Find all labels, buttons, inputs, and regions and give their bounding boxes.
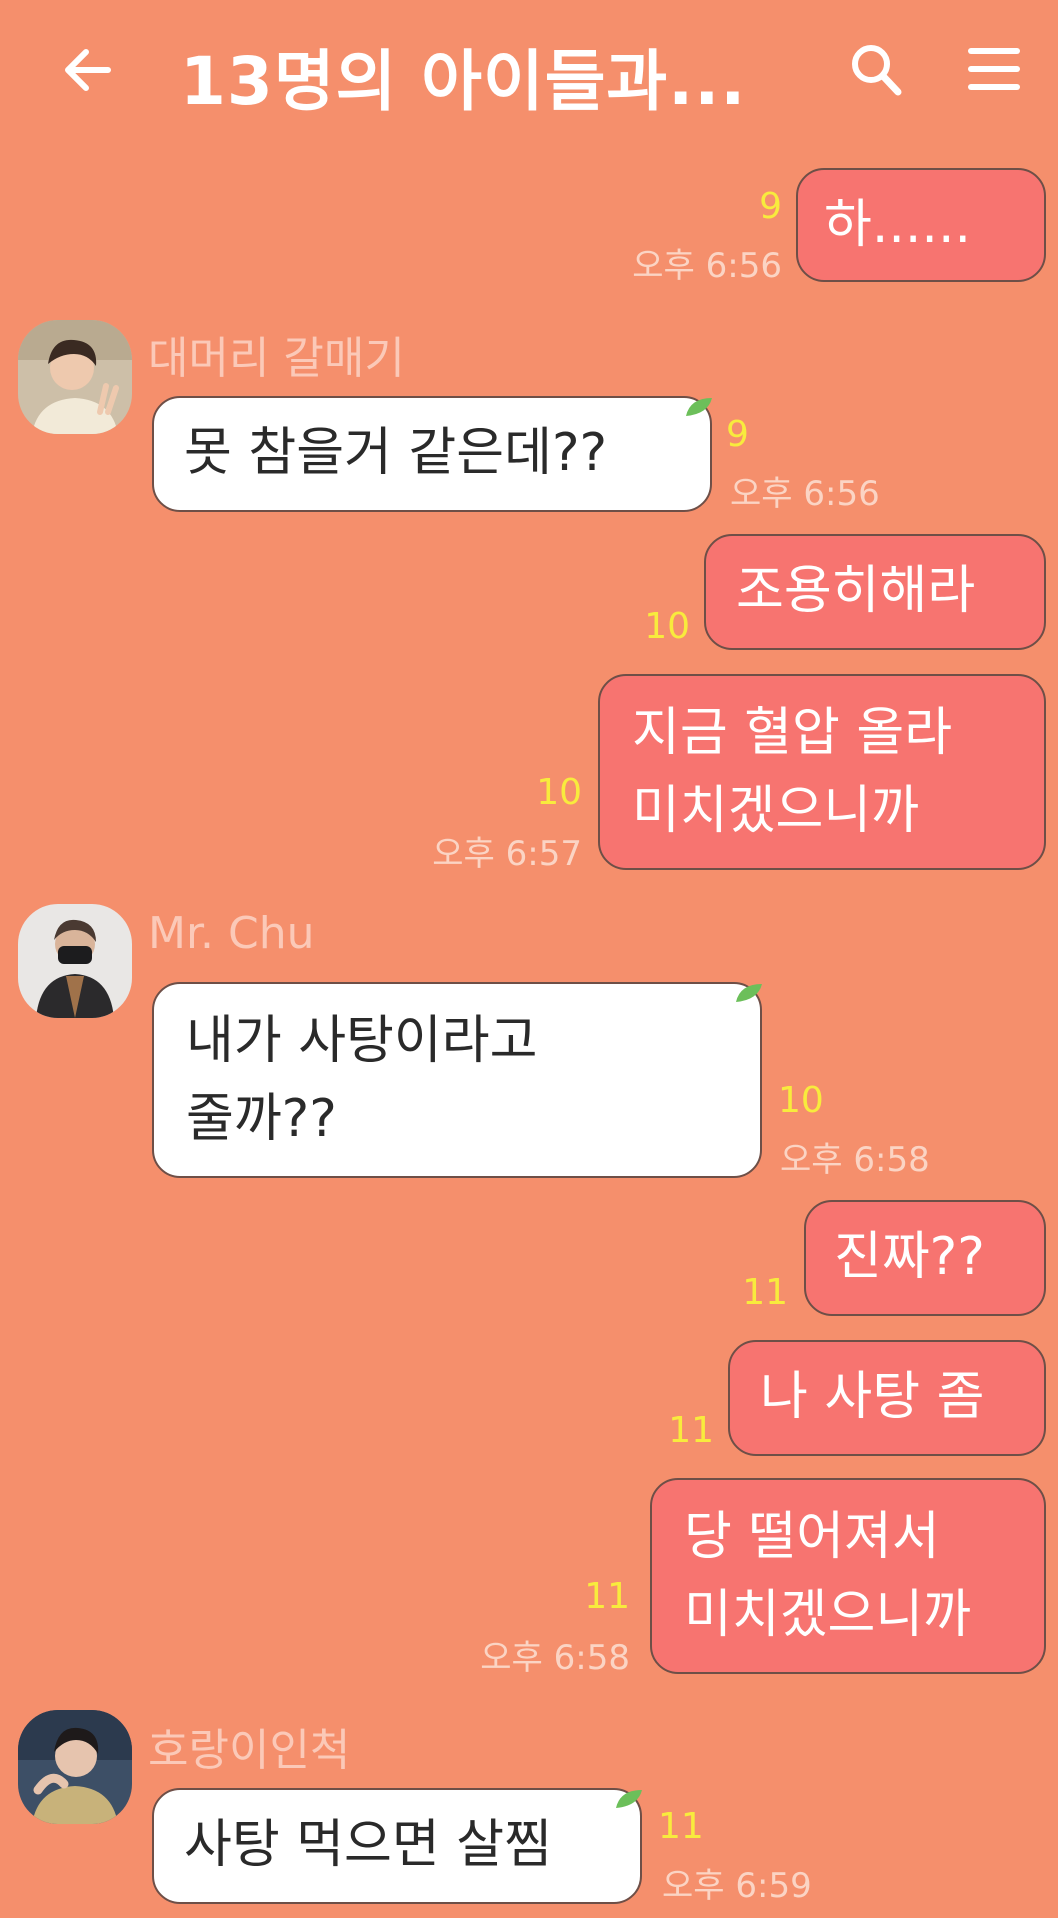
message-bubble-mine[interactable]: 진짜??	[804, 1200, 1046, 1316]
leaf-icon	[616, 1790, 642, 1808]
message-bubble-received[interactable]: 사탕 먹으면 살찜	[152, 1788, 642, 1904]
unread-count: 10	[778, 1080, 824, 1121]
message-text: 하......	[824, 195, 972, 255]
unread-count: 11	[742, 1272, 788, 1313]
message-text-line: 당 떨어져서	[684, 1507, 940, 1567]
search-icon	[852, 45, 902, 96]
message-text-line: 지금 혈압 올라	[632, 703, 953, 763]
leaf-icon	[686, 398, 712, 416]
back-button[interactable]	[58, 40, 118, 100]
avatar-photo-icon	[18, 320, 132, 434]
message-time: 오후 6:59	[662, 1866, 812, 1906]
chat-title: 13명의 아이들과...	[180, 43, 747, 120]
avatar-photo-icon	[18, 904, 132, 1018]
unread-count: 10	[644, 606, 690, 647]
unread-count: 11	[584, 1576, 630, 1617]
message-time: 오후 6:56	[632, 246, 782, 286]
message-time: 오후 6:56	[730, 474, 880, 514]
unread-count: 11	[658, 1806, 704, 1847]
avatar[interactable]	[18, 320, 132, 434]
unread-count: 11	[668, 1410, 714, 1451]
hamburger-menu-icon	[968, 48, 1020, 90]
message-bubble-received[interactable]: 못 참을거 같은데??	[152, 396, 712, 512]
message-text: 진짜??	[834, 1227, 985, 1287]
message-time: 오후 6:57	[432, 834, 582, 874]
avatar[interactable]	[18, 1710, 132, 1824]
message-bubble-received[interactable]: 내가 사탕이라고 줄까??	[152, 982, 762, 1178]
arrow-left-icon	[65, 49, 111, 91]
avatar-photo-icon	[18, 1710, 132, 1824]
unread-count: 10	[536, 772, 582, 813]
message-text-line: 미치겠으니까	[684, 1585, 972, 1645]
sender-name: Mr. Chu	[148, 908, 315, 959]
search-button[interactable]	[846, 40, 906, 100]
message-bubble-mine[interactable]: 지금 혈압 올라 미치겠으니까	[598, 674, 1046, 870]
message-bubble-mine[interactable]: 당 떨어져서 미치겠으니까	[650, 1478, 1046, 1674]
sender-name: 호랑이인척	[148, 1725, 351, 1776]
message-time: 오후 6:58	[480, 1638, 630, 1678]
message-text-line: 미치겠으니까	[632, 781, 920, 841]
menu-button[interactable]	[966, 44, 1022, 94]
unread-count: 9	[759, 186, 782, 227]
leaf-icon	[736, 984, 762, 1002]
avatar[interactable]	[18, 904, 132, 1018]
message-text-line: 내가 사탕이라고	[186, 1011, 538, 1071]
message-text-line: 줄까??	[186, 1089, 337, 1149]
message-text: 못 참을거 같은데??	[184, 423, 608, 483]
message-text: 나 사탕 좀	[760, 1367, 985, 1427]
message-bubble-mine[interactable]: 하......	[796, 168, 1046, 282]
message-bubble-mine[interactable]: 나 사탕 좀	[728, 1340, 1046, 1456]
sender-name: 대머리 갈매기	[148, 333, 405, 384]
message-bubble-mine[interactable]: 조용히해라	[704, 534, 1046, 650]
message-text: 사탕 먹으면 살찜	[184, 1815, 552, 1875]
chat-header: 13명의 아이들과...	[0, 0, 1058, 140]
unread-count: 9	[726, 414, 749, 455]
message-time: 오후 6:58	[780, 1140, 930, 1180]
message-text: 조용히해라	[736, 561, 976, 621]
